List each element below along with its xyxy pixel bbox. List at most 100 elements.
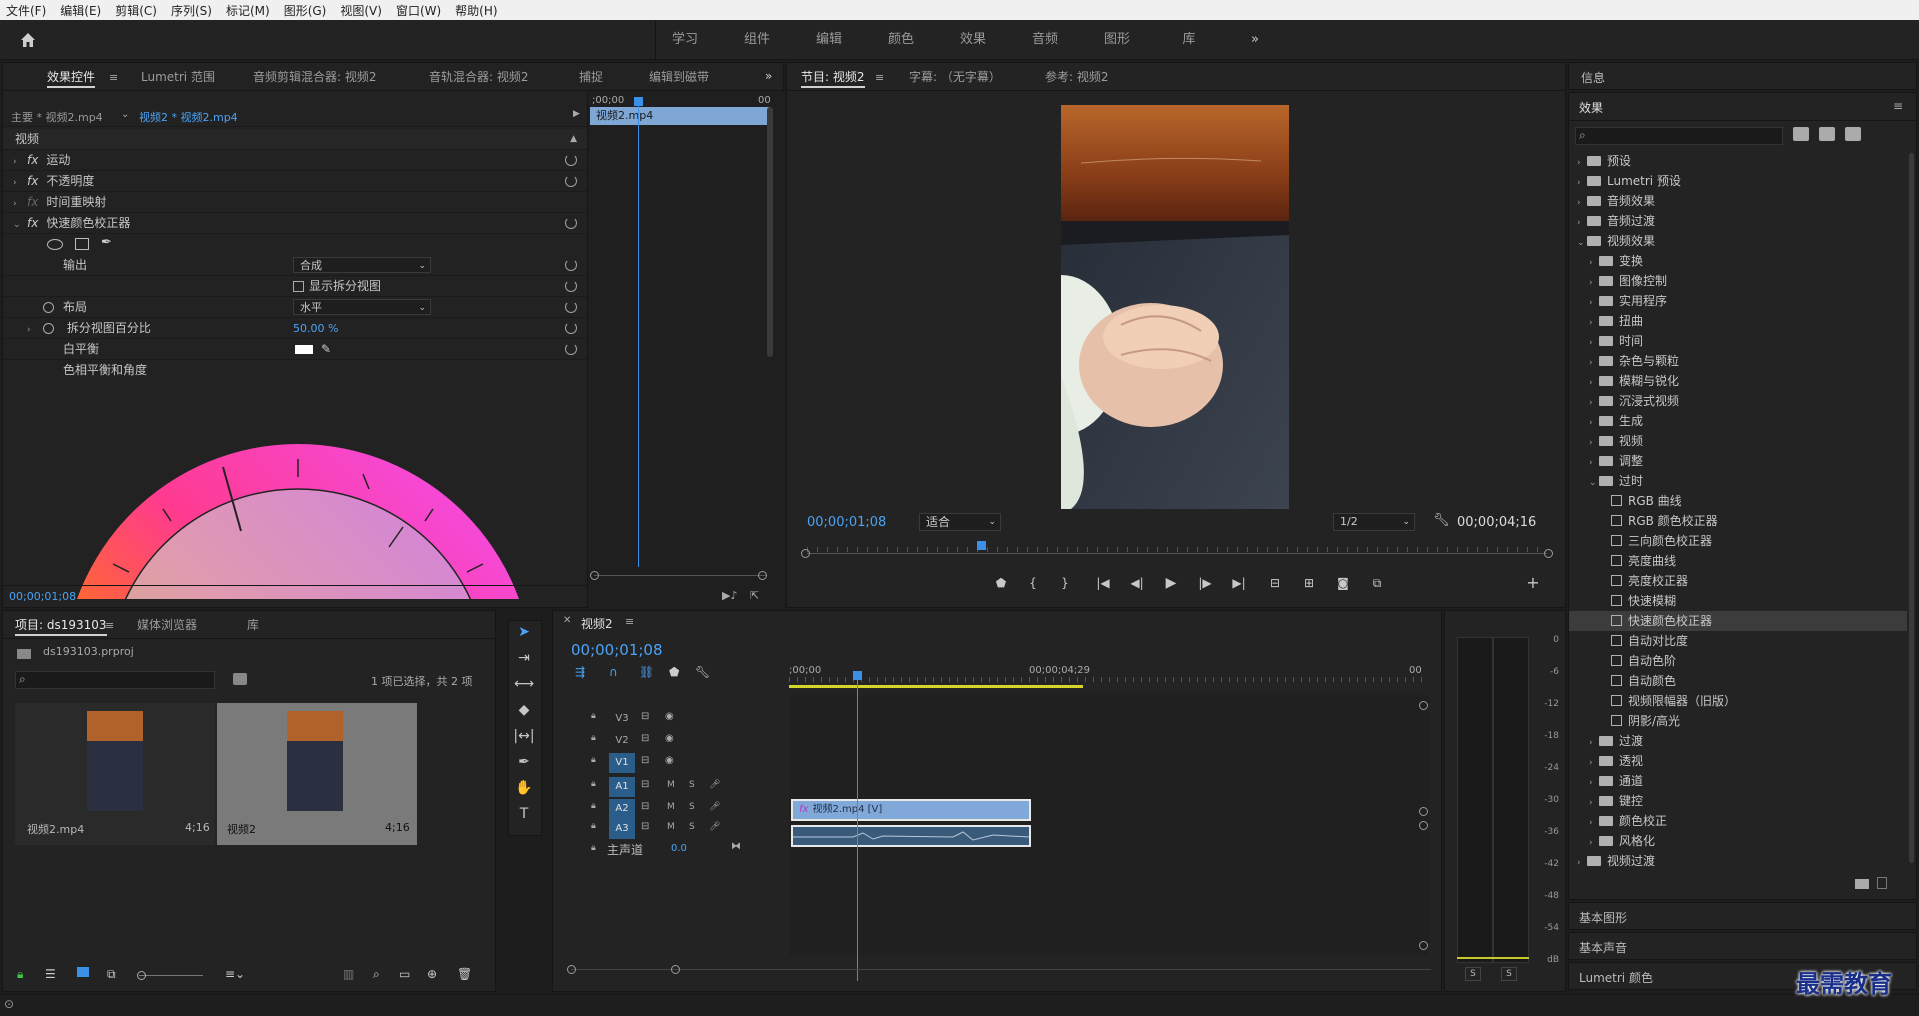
status-icon[interactable]: ⊙	[4, 997, 14, 1011]
chevron-right-icon[interactable]: ›	[1589, 273, 1599, 293]
hand-tool-icon[interactable]: ✋	[509, 777, 539, 799]
lock-icon[interactable]: 🔒︎	[591, 801, 596, 811]
effect-item[interactable]: RGB 曲线	[1569, 491, 1907, 511]
more-workspaces-icon[interactable]: »	[1240, 20, 1270, 60]
comparison-view-icon[interactable]: ⧉	[1367, 575, 1387, 591]
solo-left-button[interactable]: S	[1465, 967, 1481, 981]
effects-folder[interactable]: › 调整	[1569, 451, 1907, 471]
tabs-overflow-icon[interactable]: »	[765, 69, 772, 83]
selection-tool-icon[interactable]: ➤	[509, 621, 539, 643]
scroll-thumb[interactable]	[1419, 807, 1428, 816]
chevron-right-icon[interactable]: ›	[1589, 253, 1599, 273]
ws-graphics[interactable]: 图形	[1092, 20, 1142, 60]
essential-sound-panel[interactable]: 基本声音	[1568, 932, 1917, 960]
new-bin-icon[interactable]: ▭	[399, 967, 410, 981]
yuv-effects-icon[interactable]	[1845, 127, 1861, 141]
tab-edit-to-tape[interactable]: 编辑到磁带	[649, 63, 709, 91]
reset-icon[interactable]	[565, 301, 577, 313]
lock-icon[interactable]: 🔒︎	[591, 843, 596, 853]
white-balance-swatch[interactable]	[295, 345, 313, 354]
effect-item[interactable]: RGB 颜色校正器	[1569, 511, 1907, 531]
track-target-toggle[interactable]: A3	[609, 819, 635, 839]
reset-icon[interactable]	[565, 217, 577, 229]
menu-sequence[interactable]: 序列(S)	[171, 2, 212, 19]
go-to-in-icon[interactable]: |◀	[1093, 575, 1113, 591]
export-frame-icon[interactable]: ◙	[1333, 575, 1353, 591]
master-dropdown-icon[interactable]: ⌄	[121, 109, 129, 120]
effects-folder[interactable]: › 键控	[1569, 791, 1907, 811]
play-icon[interactable]: ▶	[1161, 575, 1181, 591]
chevron-right-icon[interactable]: ›	[1589, 393, 1599, 413]
chevron-right-icon[interactable]: ›	[1589, 793, 1599, 813]
master-value[interactable]: 0.0	[671, 843, 687, 854]
reset-icon[interactable]	[565, 175, 577, 187]
eyedropper-icon[interactable]: ✎	[321, 339, 331, 360]
effects-folder[interactable]: › 通道	[1569, 771, 1907, 791]
zoom-slider[interactable]	[139, 975, 203, 976]
effects-folder[interactable]: ⌄ 过时	[1569, 471, 1907, 491]
effects-folder[interactable]: › 过渡	[1569, 731, 1907, 751]
mute-button[interactable]: M	[667, 780, 675, 790]
panel-menu-icon[interactable]: ≡	[109, 71, 118, 84]
stopwatch-icon[interactable]	[43, 323, 54, 334]
tab-capture[interactable]: 捕捉	[579, 63, 603, 91]
find-icon[interactable]	[233, 673, 247, 685]
effects-folder[interactable]: › 音频效果	[1569, 191, 1907, 211]
program-playhead[interactable]	[977, 541, 986, 550]
track-target-toggle[interactable]: A1	[609, 777, 635, 797]
filter-play-icon[interactable]: ▶♪	[722, 589, 737, 602]
track-target-toggle[interactable]: V2	[609, 731, 635, 751]
lock-icon[interactable]: 🔒︎	[591, 711, 596, 721]
effects-folder[interactable]: › 颜色校正	[1569, 811, 1907, 831]
lift-icon[interactable]: ⊟	[1265, 575, 1285, 591]
slip-tool-icon[interactable]: |↔|	[509, 725, 539, 747]
chevron-right-icon[interactable]: ›	[1589, 333, 1599, 353]
effect-item[interactable]: 视频限幅器（旧版）	[1569, 691, 1907, 711]
tab-libraries[interactable]: 库	[247, 611, 259, 639]
chevron-right-icon[interactable]: ›	[1589, 293, 1599, 313]
chevron-right-icon[interactable]: ›	[1577, 213, 1587, 233]
chevron-right-icon[interactable]: ›	[1589, 773, 1599, 793]
sync-lock-icon[interactable]: ⊟	[641, 801, 649, 812]
chevron-right-icon[interactable]: ›	[1577, 153, 1587, 173]
mini-timeline-play-icon[interactable]: ▶	[573, 109, 580, 119]
chevron-right-icon[interactable]: ›	[1589, 813, 1599, 833]
step-back-icon[interactable]: ◀|	[1127, 575, 1147, 591]
solo-button[interactable]: S	[689, 780, 695, 790]
project-search-input[interactable]: ⌕	[15, 671, 215, 689]
chevron-right-icon[interactable]: ›	[1577, 173, 1587, 193]
freeform-view-icon[interactable]: ⧉	[107, 967, 116, 982]
effect-item[interactable]: 自动颜色	[1569, 671, 1907, 691]
tab-program[interactable]: 节目: 视频2	[801, 63, 865, 91]
mute-button[interactable]: M	[667, 802, 675, 812]
menu-graphics[interactable]: 图形(G)	[284, 2, 327, 19]
rect-mask-icon[interactable]	[75, 238, 89, 250]
zoom-slider-thumb[interactable]	[137, 971, 146, 980]
chevron-right-icon[interactable]: ›	[1589, 833, 1599, 853]
mini-playhead[interactable]	[638, 97, 639, 567]
video-clip[interactable]: fx 视频2.mp4 [V]	[791, 799, 1031, 821]
menu-help[interactable]: 帮助(H)	[455, 2, 497, 19]
track-target-toggle[interactable]: V1	[609, 753, 635, 773]
reset-icon[interactable]	[565, 343, 577, 355]
timeline-playhead-handle[interactable]	[853, 671, 862, 680]
stopwatch-icon[interactable]	[43, 302, 54, 313]
effects-folder[interactable]: › 生成	[1569, 411, 1907, 431]
chevron-right-icon[interactable]: ›	[1589, 753, 1599, 773]
ellipse-mask-icon[interactable]	[47, 239, 63, 250]
mark-in-icon[interactable]: {	[1023, 575, 1043, 591]
timeline-playhead[interactable]	[857, 677, 858, 981]
lock-icon[interactable]: 🔒︎	[591, 779, 596, 789]
mini-playhead-handle[interactable]	[634, 97, 643, 106]
output-select[interactable]: 合成 ⌄	[293, 257, 431, 273]
lock-icon[interactable]: 🔒︎	[17, 967, 23, 982]
sort-icon[interactable]: ≡⌄	[225, 967, 245, 981]
wrench-icon[interactable]: 🔧︎	[1433, 513, 1450, 528]
delete-icon[interactable]: 🗑︎	[457, 967, 472, 981]
pen-mask-icon[interactable]: ✒	[101, 235, 112, 250]
effects-folder[interactable]: ⌄ 视频效果	[1569, 231, 1907, 251]
reset-icon[interactable]	[565, 322, 577, 334]
scroll-thumb[interactable]	[1544, 549, 1553, 558]
tab-reference[interactable]: 参考: 视频2	[1045, 63, 1109, 91]
mini-timeline[interactable]: ;00;00 00 视频2.mp4 ▶♪ ⇱	[587, 91, 785, 609]
